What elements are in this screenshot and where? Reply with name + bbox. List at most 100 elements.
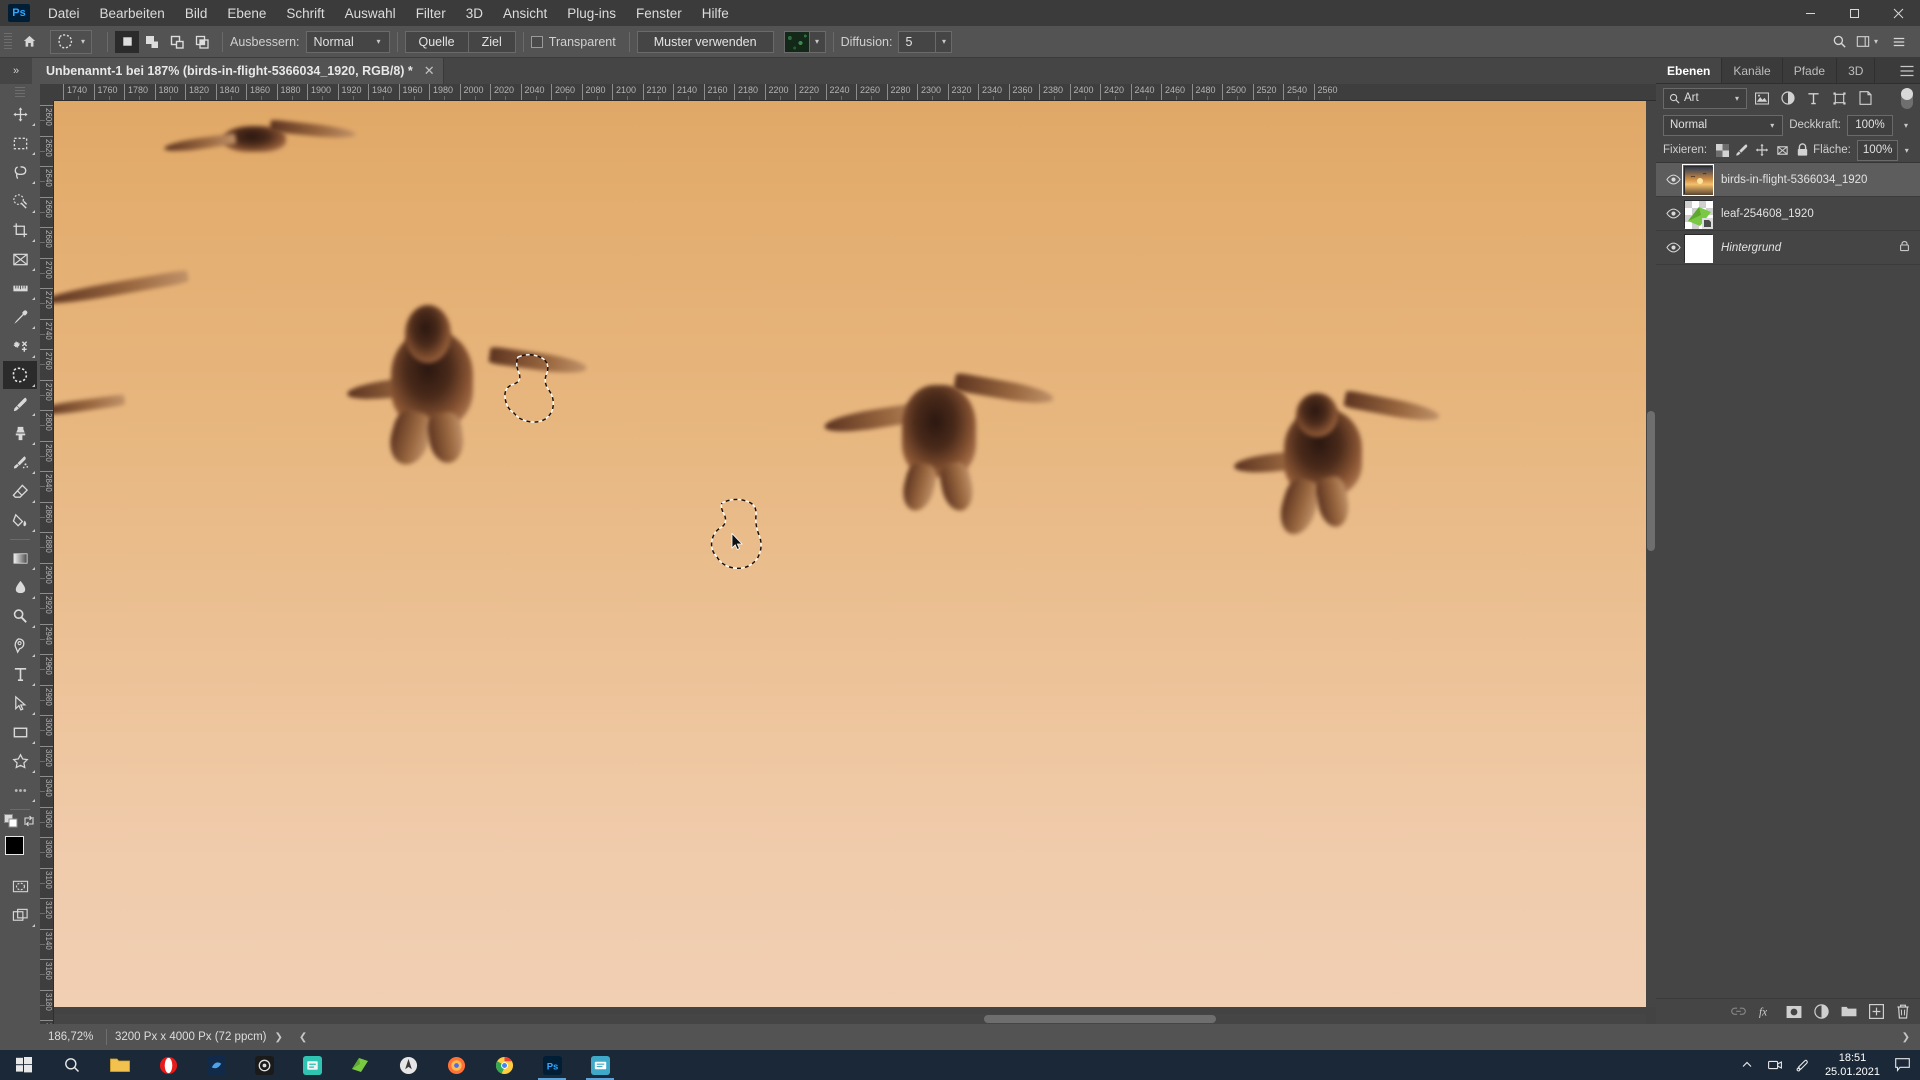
tab-3d[interactable]: 3D — [1837, 58, 1876, 83]
dodge-tool[interactable] — [3, 602, 37, 630]
pen-icon[interactable] — [1789, 1050, 1817, 1080]
notification-icon[interactable] — [1888, 1050, 1916, 1080]
panel-menu-icon[interactable] — [1894, 58, 1920, 83]
custom-shape-tool[interactable] — [3, 747, 37, 775]
search-icon[interactable] — [1826, 30, 1852, 54]
show-hidden-icons-icon[interactable] — [1733, 1050, 1761, 1080]
document-info[interactable]: 3200 Px x 4000 Px (72 ppcm) — [115, 1031, 267, 1043]
taskbar-firefox[interactable] — [432, 1050, 480, 1080]
rectangular-marquee-tool[interactable] — [3, 129, 37, 157]
hand-tool[interactable] — [3, 776, 37, 804]
frame-tool[interactable] — [3, 245, 37, 273]
filter-adjustment-icon[interactable] — [1776, 88, 1799, 109]
menu-3d[interactable]: 3D — [456, 2, 493, 25]
new-group-icon[interactable] — [1841, 1005, 1857, 1018]
blur-tool[interactable] — [3, 573, 37, 601]
taskbar-app-teal[interactable] — [288, 1050, 336, 1080]
status-right-chevron-icon[interactable]: ❯ — [1894, 1032, 1920, 1043]
horizontal-scroll-thumb[interactable] — [984, 1015, 1216, 1023]
taskbar-file-explorer[interactable] — [96, 1050, 144, 1080]
lock-all-icon[interactable] — [1793, 140, 1811, 160]
menu-schrift[interactable]: Schrift — [276, 2, 334, 25]
menu-plugins[interactable]: Plug-ins — [557, 2, 626, 25]
windows-start-icon[interactable] — [0, 1050, 48, 1080]
delete-layer-icon[interactable] — [1896, 1004, 1910, 1019]
paint-bucket-tool[interactable] — [3, 506, 37, 534]
taskbar-app-last[interactable] — [576, 1050, 624, 1080]
diffusion-input[interactable]: 5 — [898, 30, 937, 53]
layer-thumbnail[interactable] — [1684, 199, 1713, 229]
menu-auswahl[interactable]: Auswahl — [335, 2, 406, 25]
lock-image-pixels-icon[interactable] — [1733, 140, 1751, 160]
patch-selection-upper[interactable] — [500, 351, 562, 429]
crop-tool[interactable] — [3, 216, 37, 244]
layer-visibility-icon[interactable] — [1662, 174, 1684, 185]
horizontal-scrollbar[interactable] — [54, 1014, 1646, 1024]
taskbar-photoshop[interactable]: Ps — [528, 1050, 576, 1080]
layer-visibility-icon[interactable] — [1662, 208, 1684, 219]
lock-transparent-pixels-icon[interactable] — [1713, 140, 1731, 160]
patch-mode-select[interactable]: Normal ▾ — [305, 30, 390, 53]
vertical-ruler[interactable]: 2600 2620 2640 2660 2680 2700 2720 2740 2760 2780… — [40, 101, 54, 1024]
workspace-icon[interactable]: ▾ — [1856, 30, 1882, 54]
gradient-tool[interactable] — [3, 544, 37, 572]
source-button[interactable]: Quelle — [404, 30, 469, 53]
right-chevron-icon[interactable]: ❯ — [267, 1032, 291, 1043]
filter-toggle[interactable] — [1901, 87, 1913, 109]
maximize-restore-button[interactable] — [1832, 0, 1876, 26]
taskbar-opera[interactable] — [144, 1050, 192, 1080]
add-to-selection-button[interactable] — [140, 31, 164, 53]
vertical-scrollbar[interactable] — [1646, 101, 1656, 1007]
vertical-scroll-thumb[interactable] — [1647, 411, 1655, 551]
fill-value[interactable]: 100% — [1856, 139, 1899, 161]
brush-tool[interactable] — [3, 390, 37, 418]
menu-bearbeiten[interactable]: Bearbeiten — [90, 2, 175, 25]
taskbar-app-dark[interactable] — [240, 1050, 288, 1080]
fill-dropdown-icon[interactable]: ▾ — [1900, 140, 1913, 161]
taskbar-chrome[interactable] — [480, 1050, 528, 1080]
patch-tool[interactable] — [3, 361, 37, 389]
layer-name[interactable]: Hintergrund — [1721, 242, 1899, 254]
pattern-swatch[interactable] — [783, 30, 810, 53]
horizontal-ruler[interactable]: 1740 1760 1780 1800 1820 1840 1860 1880 1900 1920… — [54, 84, 1656, 101]
clone-stamp-tool[interactable] — [3, 419, 37, 447]
history-brush-tool[interactable] — [3, 448, 37, 476]
image-canvas[interactable] — [54, 101, 1646, 1007]
swap-colors-icon[interactable] — [22, 814, 36, 831]
left-chevron-icon[interactable]: ❮ — [291, 1032, 315, 1043]
layer-row[interactable]: birds-in-flight-5366034_1920 — [1656, 163, 1920, 197]
document-tab[interactable]: Unbenannt-1 bei 187% (birds-in-flight-53… — [32, 58, 444, 84]
move-tool[interactable] — [3, 100, 37, 128]
opacity-dropdown-icon[interactable]: ▾ — [1899, 115, 1913, 136]
screen-mode-icon[interactable] — [3, 901, 37, 929]
blend-mode-select[interactable]: Normal ▾ — [1663, 114, 1784, 136]
tab-pfade[interactable]: Pfade — [1783, 58, 1838, 83]
minimize-button[interactable] — [1788, 0, 1832, 26]
diffusion-dropdown[interactable]: ▾ — [936, 30, 953, 53]
menu-fenster[interactable]: Fenster — [626, 2, 692, 25]
close-icon[interactable]: ✕ — [424, 63, 435, 79]
transparent-checkbox-wrap[interactable]: Transparent — [530, 35, 622, 49]
path-selection-tool[interactable] — [3, 689, 37, 717]
lock-artboard-icon[interactable] — [1773, 140, 1791, 160]
taskbar-app-green[interactable] — [336, 1050, 384, 1080]
healing-brush-tool[interactable] — [3, 332, 37, 360]
layer-row[interactable]: Hintergrund — [1656, 231, 1920, 265]
menu-ebene[interactable]: Ebene — [217, 2, 276, 25]
menu-datei[interactable]: Datei — [38, 2, 90, 25]
filter-kind-select[interactable]: Art ▾ — [1663, 87, 1747, 109]
object-selection-tool[interactable] — [3, 187, 37, 215]
subtract-from-selection-button[interactable] — [165, 31, 189, 53]
layer-thumbnail[interactable] — [1684, 233, 1713, 263]
pattern-picker-dropdown[interactable]: ▾ — [809, 30, 826, 53]
tab-kanaele[interactable]: Kanäle — [1722, 58, 1783, 83]
toolbar-grip[interactable] — [15, 87, 25, 97]
layer-name[interactable]: leaf-254608_1920 — [1721, 208, 1914, 220]
taskbar-search-icon[interactable] — [48, 1050, 96, 1080]
close-button[interactable] — [1876, 0, 1920, 26]
eraser-tool[interactable] — [3, 477, 37, 505]
menu-hilfe[interactable]: Hilfe — [692, 2, 739, 25]
layer-style-icon[interactable]: fx — [1758, 1004, 1774, 1019]
layer-thumbnail[interactable] — [1682, 163, 1714, 196]
default-colors-icon[interactable] — [4, 814, 18, 831]
